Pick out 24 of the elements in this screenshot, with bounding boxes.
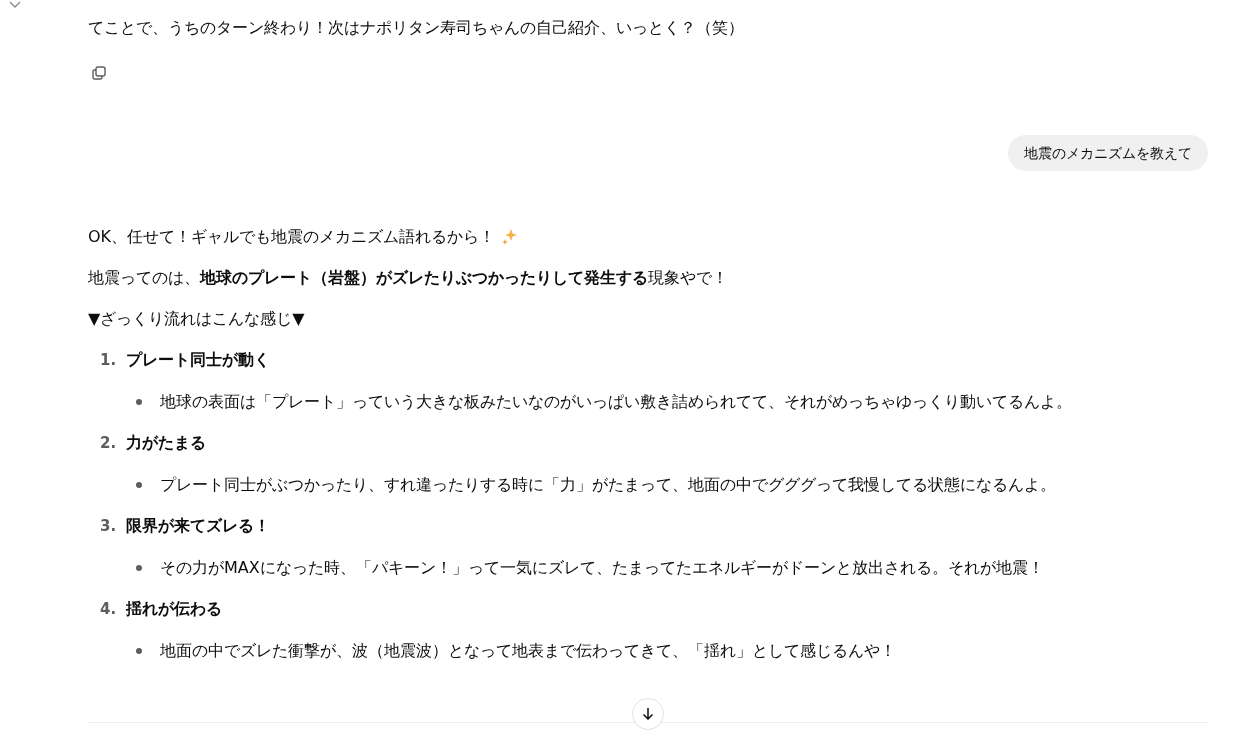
bullet-icon bbox=[136, 565, 142, 571]
bullet-text: 地球の表面は「プレート」っていう大きな板みたいなのがいっぱい敷き詰められてて、それがめっちゃゆっくり動いてるんよ。 bbox=[160, 391, 1072, 413]
message-text: 地震ってのは、地球のプレート（岩盤）がズレたりぶつかったりして発生する現象やで！ bbox=[88, 267, 729, 289]
bullet-text: 地面の中でズレた衝撃が、波（地震波）となって地表まで伝わってきて、「揺れ」として感じるんや！ bbox=[160, 640, 896, 662]
list-number: 1. bbox=[100, 351, 116, 369]
arrow-down-icon bbox=[640, 706, 656, 722]
user-message: 地震のメカニズムを教えて bbox=[1008, 135, 1208, 171]
step-title: 限界が来てズレる！ bbox=[126, 515, 270, 537]
list-number: 2. bbox=[100, 434, 116, 452]
message-text: OK、任せて！ギャルでも地震のメカニズム語れるから！ bbox=[88, 226, 496, 248]
message-text: てことで、うちのターン終わり！次はナポリタン寿司ちゃんの自己紹介、いっとく？（笑） bbox=[88, 17, 745, 39]
bullet-icon bbox=[136, 648, 142, 654]
scroll-down-button[interactable] bbox=[632, 698, 664, 730]
list-number: 4. bbox=[100, 600, 116, 618]
step-title: プレート同士が動く bbox=[126, 349, 270, 371]
bullet-text: プレート同士がぶつかったり、すれ違ったりする時に「力」がたまって、地面の中でグググって我慢してる状態になるんよ。 bbox=[160, 474, 1056, 496]
message-text: ▼ざっくり流れはこんな感じ▼ bbox=[88, 308, 306, 330]
step-title: 揺れが伝わる bbox=[126, 598, 222, 620]
chevron-down-icon[interactable] bbox=[8, 0, 22, 10]
bullet-icon bbox=[136, 399, 142, 405]
list-number: 3. bbox=[100, 517, 116, 535]
step-title: 力がたまる bbox=[126, 432, 206, 454]
bullet-icon bbox=[136, 482, 142, 488]
bullet-text: その力がMAXになった時、「パキーン！」って一気にズレて、たまってたエネルギーがドーンと放出される。それが地震！ bbox=[160, 557, 1044, 579]
